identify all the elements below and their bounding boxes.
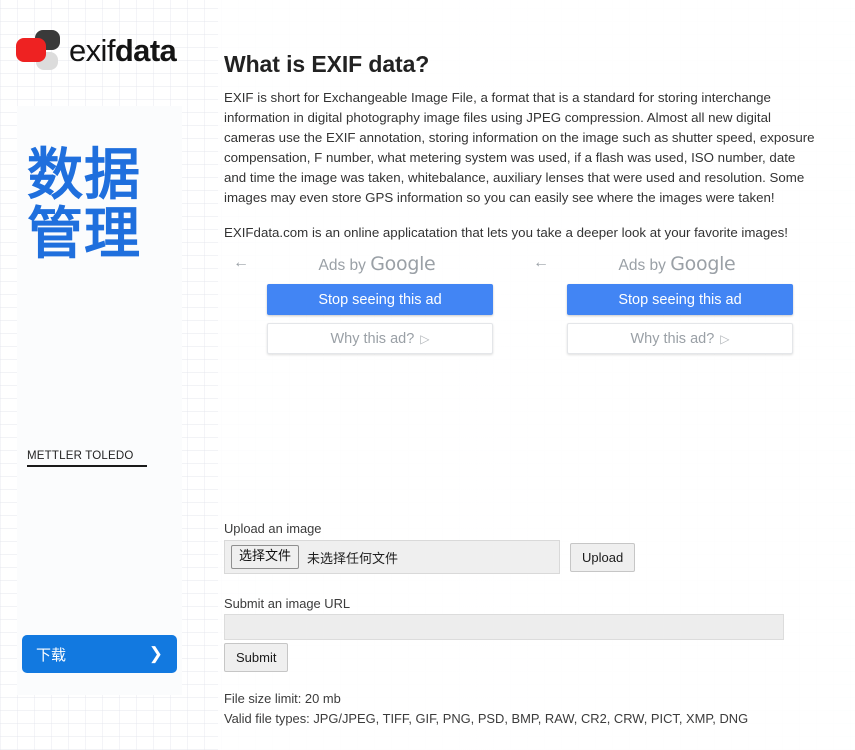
ad-brand: METTLER TOLEDO <box>27 450 167 467</box>
stop-seeing-this-ad-label: Stop seeing this ad <box>318 291 442 308</box>
submit-button[interactable]: Submit <box>224 643 289 672</box>
why-this-ad-button[interactable]: Why this ad? ▷ <box>267 323 493 354</box>
stop-seeing-this-ad-button[interactable]: Stop seeing this ad <box>267 284 493 315</box>
google-wordmark: Google <box>370 253 436 275</box>
ad-brand-underline <box>27 465 147 467</box>
ad-download-button[interactable]: 下载 ❯ <box>22 635 177 673</box>
selected-file-name: 未选择任何文件 <box>307 551 399 567</box>
google-ad-overlay-1: ← Ads by Google Stop seeing this ad Why … <box>227 245 527 363</box>
logo-text-light: exif <box>69 32 115 68</box>
intro-paragraph-2: EXIFdata.com is an online applicatation … <box>224 225 788 241</box>
ad-brand-name: METTLER TOLEDO <box>27 450 134 462</box>
page-title: What is EXIF data? <box>224 51 430 78</box>
file-upload-row: 选择文件 未选择任何文件 Upload <box>224 540 636 574</box>
submit-url-label: Submit an image URL <box>224 596 351 611</box>
why-this-ad-button[interactable]: Why this ad? ▷ <box>567 323 793 354</box>
google-wordmark: Google <box>670 253 736 275</box>
why-this-ad-label: Why this ad? <box>330 330 415 347</box>
logo-text-bold: data <box>114 32 177 68</box>
upload-button[interactable]: Upload <box>570 542 636 572</box>
adchoices-icon: ▷ <box>720 331 730 346</box>
ads-by-google-label: Ads by Google <box>227 253 527 275</box>
ad-download-label: 下载 <box>36 645 67 664</box>
site-logo-text: exifdata <box>69 32 177 68</box>
adchoices-icon: ▷ <box>420 331 430 346</box>
exifdata-logo-icon <box>16 29 60 71</box>
choose-file-button[interactable]: 选择文件 <box>231 545 300 569</box>
chevron-right-icon: ❯ <box>148 644 163 663</box>
left-column: exifdata ▷ ✕ METTLER TOLEDO 数据管理 METTLER… <box>0 0 205 750</box>
main-content: What is EXIF data? EXIF is short for Exc… <box>222 0 837 750</box>
google-ad-overlay-2: ← Ads by Google Stop seeing this ad Why … <box>527 245 827 363</box>
valid-file-types-text: Valid file types: JPG/JPEG, TIFF, GIF, P… <box>224 711 749 726</box>
stop-seeing-this-ad-label: Stop seeing this ad <box>618 291 742 308</box>
ads-by-prefix: Ads by <box>618 257 671 274</box>
image-url-input[interactable] <box>224 614 784 640</box>
file-size-limit-text: File size limit: 20 mb <box>224 691 341 706</box>
ads-by-prefix: Ads by <box>318 257 371 274</box>
file-input[interactable]: 选择文件 未选择任何文件 <box>224 540 560 574</box>
stop-seeing-this-ad-button[interactable]: Stop seeing this ad <box>567 284 793 315</box>
site-logo[interactable]: exifdata <box>16 26 196 74</box>
upload-image-label: Upload an image <box>224 521 322 536</box>
ad-headline: 数据管理 <box>27 143 141 268</box>
intro-paragraph-1: EXIF is short for Exchangeable Image Fil… <box>224 90 815 205</box>
why-this-ad-label: Why this ad? <box>630 330 715 347</box>
sidebar-advertisement[interactable]: ▷ ✕ METTLER TOLEDO 数据管理 METTLER TOLEDO 下… <box>17 106 182 695</box>
ads-by-google-label: Ads by Google <box>527 253 827 275</box>
